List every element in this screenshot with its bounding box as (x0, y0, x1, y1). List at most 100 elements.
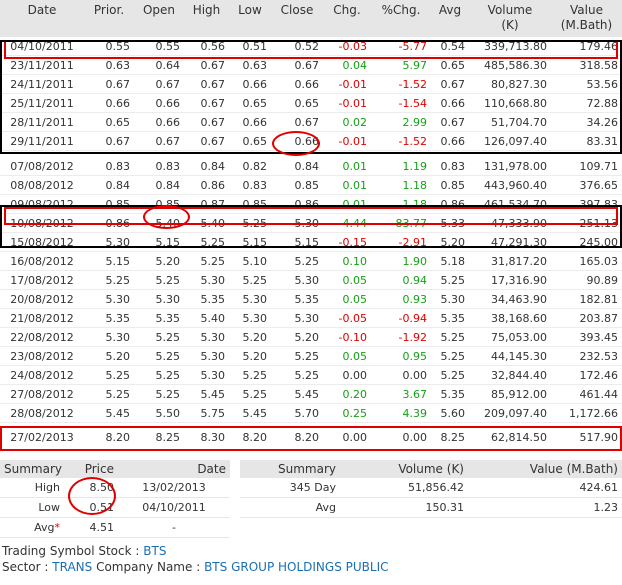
cell-open: 5.25 (134, 384, 184, 404)
cell-percent-change: -1.92 (371, 327, 431, 347)
price-header: Price (64, 460, 118, 478)
table-row: 24/08/2012 5.25 5.25 5.30 5.25 5.25 0.00 0.00 5.… (0, 365, 622, 385)
volume-header: Volume (K) (340, 460, 468, 478)
cell-volume: 85,912.00 (469, 384, 551, 404)
cell-change: 0.10 (323, 251, 371, 271)
period-value: 424.61 (468, 478, 622, 498)
cell-prior: 5.20 (84, 346, 134, 366)
cell-low: 5.10 (229, 251, 271, 271)
cell-value: 90.89 (551, 270, 622, 290)
cell-value: 232.53 (551, 346, 622, 366)
company-link[interactable]: BTS GROUP HOLDINGS PUBLIC (204, 560, 388, 574)
cell-percent-change: 0.00 (371, 365, 431, 385)
col-header-prior[interactable]: Prior. (84, 0, 134, 37)
cell-volume: 31,817.20 (469, 251, 551, 271)
table-header-row: Date Prior. Open High Low Close Chg. %Chg. Avg Vo… (0, 0, 622, 37)
cell-value: 203.87 (551, 308, 622, 328)
table-row: 17/08/2012 5.25 5.25 5.30 5.25 5.30 0.05 0.94 5.… (0, 270, 622, 290)
cell-date: 08/08/2012 (0, 175, 84, 195)
cell-open: 5.25 (134, 346, 184, 366)
highlight-circle-open (143, 205, 190, 229)
cell-volume: 44,145.30 (469, 346, 551, 366)
col-header-change[interactable]: Chg. (323, 0, 371, 37)
cell-volume: 17,316.90 (469, 270, 551, 290)
cell-high: 5.75 (184, 403, 229, 423)
cell-avg: 5.35 (431, 384, 469, 404)
cell-low: 5.25 (229, 365, 271, 385)
cell-avg: 5.60 (431, 403, 469, 423)
cell-volume: 38,168.60 (469, 308, 551, 328)
cell-open: 5.25 (134, 327, 184, 347)
cell-change: 0.05 (323, 289, 371, 309)
cell-percent-change: 4.39 (371, 403, 431, 423)
cell-open: 5.30 (134, 289, 184, 309)
sector-line: Sector : TRANS Company Name : BTS GROUP … (2, 560, 388, 574)
cell-close: 5.30 (271, 308, 323, 328)
summary-header: Summary (240, 460, 340, 478)
cell-close: 5.30 (271, 270, 323, 290)
cell-change: 0.05 (323, 270, 371, 290)
summary-header: Summary (0, 460, 64, 478)
cell-low: 5.20 (229, 346, 271, 366)
date-header: Date (118, 460, 230, 478)
cell-percent-change: 0.94 (371, 270, 431, 290)
cell-date: 17/08/2012 (0, 270, 84, 290)
cell-prior: 5.25 (84, 384, 134, 404)
cell-high: 5.45 (184, 384, 229, 404)
cell-volume: 75,053.00 (469, 327, 551, 347)
cell-change: 0.25 (323, 403, 371, 423)
col-header-volume[interactable]: Volume (K) (469, 0, 551, 37)
cell-date: 16/08/2012 (0, 251, 84, 271)
cell-volume: 131,978.00 (469, 157, 551, 176)
low-date: 04/10/2011 (118, 497, 230, 518)
cell-prior: 5.35 (84, 308, 134, 328)
col-header-close[interactable]: Close (271, 0, 323, 37)
cell-date: 24/08/2012 (0, 365, 84, 385)
cell-low: 5.25 (229, 270, 271, 290)
cell-value: 376.65 (551, 175, 622, 195)
col-header-avg[interactable]: Avg (431, 0, 469, 37)
cell-low: 0.82 (229, 157, 271, 176)
cell-value: 461.44 (551, 384, 622, 404)
cell-date: 07/08/2012 (0, 157, 84, 176)
table-row: 22/08/2012 5.30 5.25 5.30 5.20 5.20 -0.10 -1.92… (0, 327, 622, 347)
footnote-star: * (54, 521, 61, 534)
cell-percent-change: 1.19 (371, 157, 431, 176)
cell-volume: 209,097.40 (469, 403, 551, 423)
cell-close: 5.70 (271, 403, 323, 423)
cell-high: 5.30 (184, 327, 229, 347)
sector-label: Sector : (2, 560, 49, 574)
avg-label-text: Avg (34, 521, 55, 534)
cell-value: 109.71 (551, 157, 622, 176)
symbol-link[interactable]: BTS (143, 544, 166, 558)
cell-date: 23/08/2012 (0, 346, 84, 366)
cell-prior: 0.83 (84, 157, 134, 176)
table-row: 21/08/2012 5.35 5.35 5.40 5.30 5.30 -0.05 -0.94… (0, 308, 622, 328)
cell-value: 165.03 (551, 251, 622, 271)
cell-low: 5.30 (229, 308, 271, 328)
cell-high: 5.25 (184, 251, 229, 271)
summary-avg-row: Avg 150.31 1.23 (240, 497, 622, 518)
cell-high: 5.30 (184, 365, 229, 385)
col-header-value[interactable]: Value (M.Bath) (551, 0, 622, 37)
cell-avg: 5.25 (431, 327, 469, 347)
col-header-date[interactable]: Date (0, 0, 84, 37)
avg-value: 1.23 (468, 497, 622, 518)
cell-percent-change: -0.94 (371, 308, 431, 328)
cell-volume: 32,844.40 (469, 365, 551, 385)
avg-label: Avg (240, 497, 340, 518)
cell-open: 5.35 (134, 308, 184, 328)
cell-high: 0.86 (184, 175, 229, 195)
cell-avg: 5.25 (431, 270, 469, 290)
table-row: 07/08/2012 0.83 0.83 0.84 0.82 0.84 0.01 1.19 0.… (0, 157, 622, 176)
summary-label: Low (0, 497, 64, 518)
col-header-percent-change[interactable]: %Chg. (371, 0, 431, 37)
col-header-open[interactable]: Open (134, 0, 184, 37)
cell-value: 182.81 (551, 289, 622, 309)
col-header-low[interactable]: Low (229, 0, 271, 37)
period-label: 345 Day (240, 478, 340, 498)
sector-link[interactable]: TRANS (52, 560, 92, 574)
cell-open: 5.20 (134, 251, 184, 271)
symbol-label: Trading Symbol Stock : (2, 544, 140, 558)
col-header-high[interactable]: High (184, 0, 229, 37)
